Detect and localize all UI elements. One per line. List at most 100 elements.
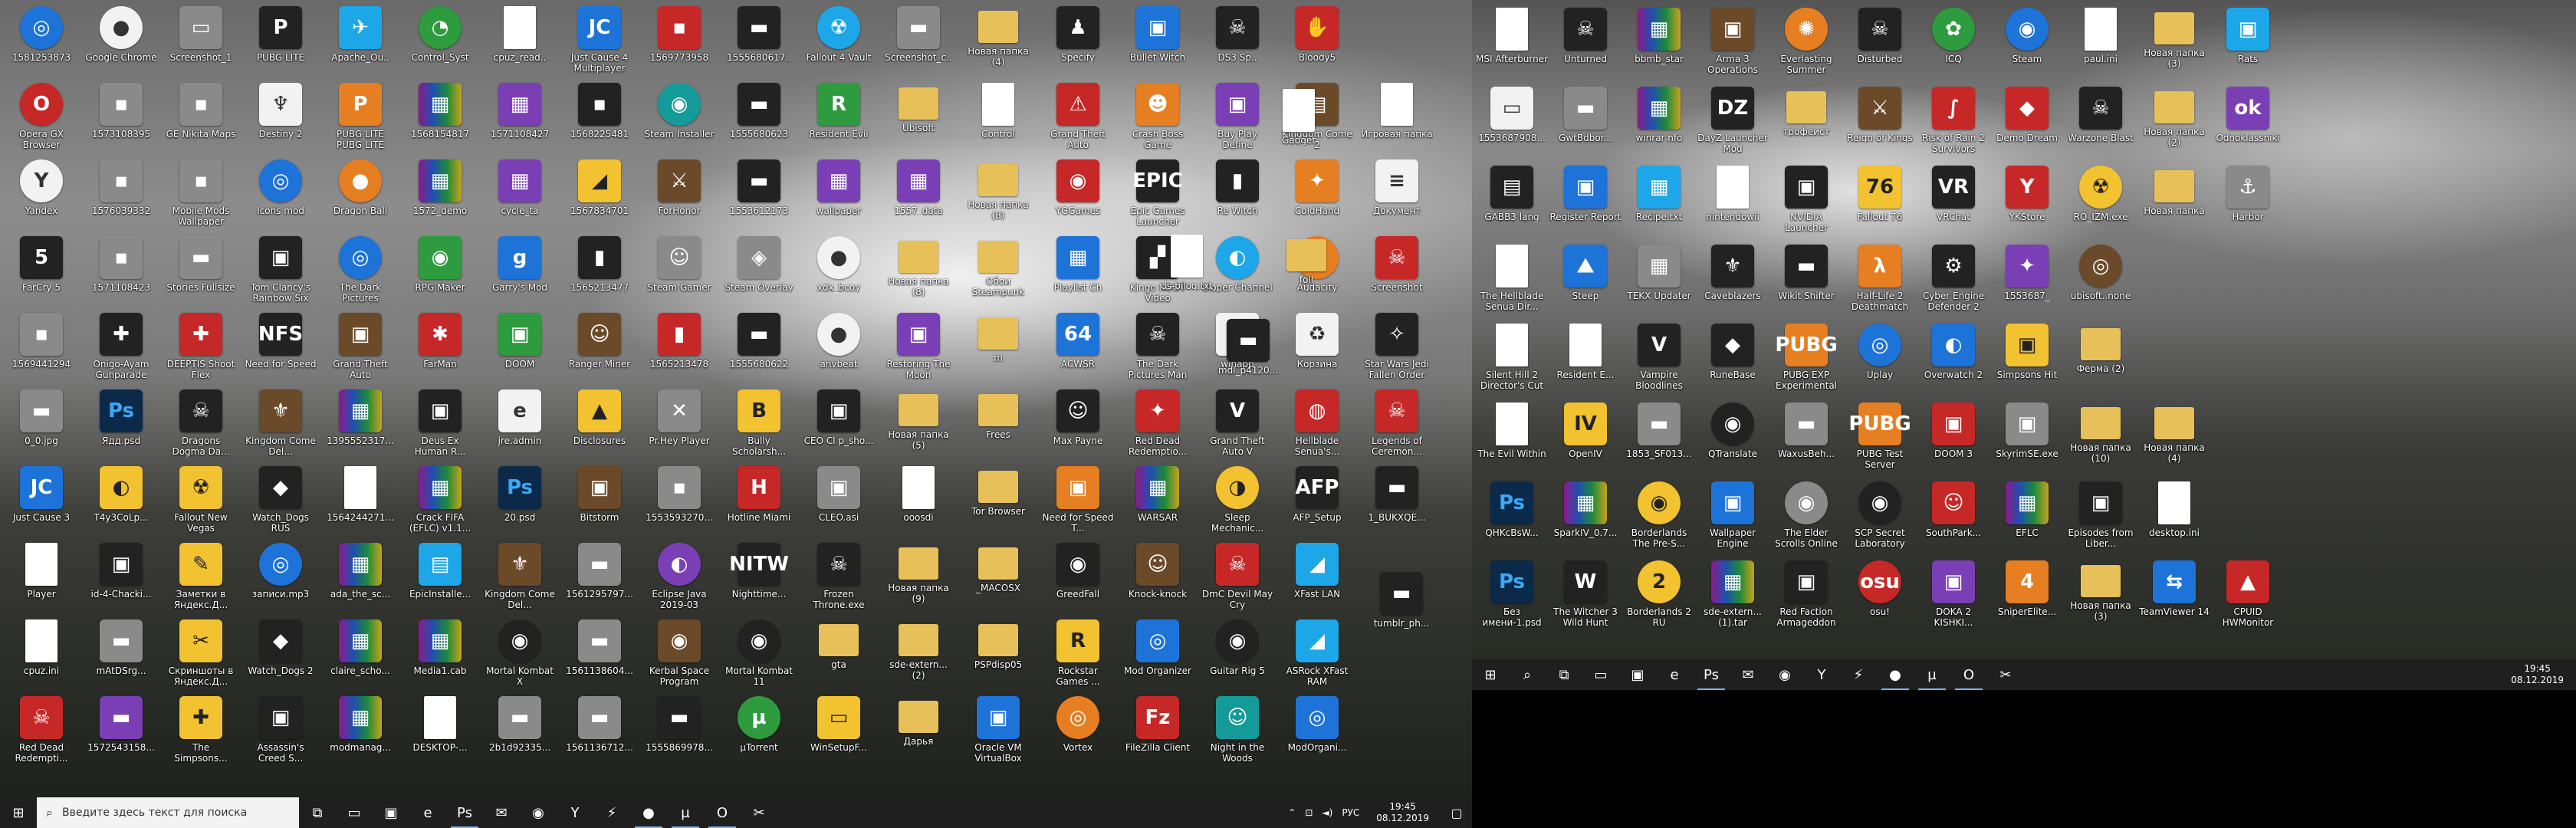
desktop-icon[interactable]: g Garry's Mod <box>483 232 557 308</box>
desktop-icon[interactable]: ▣ Oracle VM VirtualBox <box>961 692 1035 768</box>
desktop-icon[interactable]: _MACOSX <box>961 538 1035 615</box>
desktop-icon[interactable]: ◑ Sleep Mechanic... <box>1201 462 1274 538</box>
desktop-icon[interactable]: ▭ WinSetupF... <box>802 692 876 768</box>
desktop-icon[interactable]: ◆ Watch_Dogs RUS <box>244 462 317 538</box>
taskbar-snip-button[interactable]: ✂ <box>1987 659 2024 690</box>
desktop-icon[interactable]: ☠ Disturbed <box>1843 3 1917 80</box>
desktop-icon[interactable]: ⚠ Grand Theft Auto <box>1041 78 1115 155</box>
desktop-icon[interactable]: V Vampire Bloodlines <box>1622 319 1696 396</box>
desktop-icon[interactable]: ▬ Screenshot_c.. <box>882 2 955 78</box>
desktop-icon[interactable]: ♻ Корзина <box>1280 308 1354 385</box>
desktop-icon[interactable]: Обои Steampunk <box>961 232 1035 308</box>
desktop-icon[interactable]: Y YKStore <box>1990 161 2064 238</box>
desktop-icon[interactable]: nintendowii <box>1696 161 1769 238</box>
desktop-icon[interactable]: Дарья <box>882 692 955 768</box>
taskbar-file-explorer-button[interactable]: ▭ <box>1582 659 1619 690</box>
desktop-icon[interactable]: ◉ Borderlands The Pre-S... <box>1622 477 1696 554</box>
desktop-icon[interactable]: ☠ Warzone Blast <box>2064 82 2137 159</box>
desktop-icon[interactable]: ◈ Steam Overlay <box>722 232 796 308</box>
desktop-icon[interactable]: ◎ ubisoft..none <box>2064 240 2137 317</box>
desktop-icon[interactable]: ▲ Disclosures <box>563 385 636 462</box>
taskbar-chrome-button[interactable]: ● <box>1877 659 1914 690</box>
desktop-icon[interactable]: NITW Nighttime... <box>722 538 796 615</box>
desktop-icon[interactable]: Новая папка (10) <box>2064 398 2137 475</box>
desktop-icon[interactable]: ▦ WARSAR <box>1121 462 1194 538</box>
desktop-icon[interactable]: ✈ Apache_Ou.. <box>324 2 397 78</box>
desktop-icon[interactable]: 76 Fallout 76 <box>1843 161 1917 238</box>
desktop-icon[interactable]: Gadget <box>1262 84 1336 161</box>
desktop-icon[interactable]: ☠ DmC Devil May Cry <box>1201 538 1274 615</box>
desktop-icon[interactable]: ✚ Onigo-Ayam Gunparade <box>84 308 158 385</box>
desktop-icon[interactable]: ▣ Need for Speed T... <box>1041 462 1115 538</box>
desktop-icon[interactable]: ☢ Fallout New Vegas <box>164 462 238 538</box>
desktop-icon[interactable]: 1564244271... <box>324 462 397 538</box>
desktop-icon[interactable]: ∫ Risk of Rain 2 Survivors <box>1917 82 1990 159</box>
desktop-icon[interactable]: ◉ Guitar Rig 5 <box>1201 615 1274 692</box>
desktop-icon[interactable]: Новая папка <box>2137 161 2211 238</box>
desktop-icon[interactable]: ✧ Star Wars Jedi Fallen Order <box>1360 308 1434 385</box>
desktop-icon[interactable]: ◢ 1567834701 <box>563 155 636 232</box>
taskbar-utorrent-button[interactable]: µ <box>667 797 704 828</box>
desktop-icon[interactable]: ▬ GwtBdbor... <box>1549 82 1622 159</box>
desktop-icon[interactable]: ☠ Unturned <box>1549 3 1622 80</box>
desktop-icon[interactable]: ◉ Mortal Kombat X <box>483 615 557 692</box>
desktop-icon[interactable]: ◎ 1581253873 <box>5 2 78 78</box>
desktop-icon[interactable]: ◎ ModOrgani... <box>1280 692 1354 768</box>
desktop-icon[interactable]: Frees <box>961 385 1035 462</box>
taskbar-mail-button[interactable]: ✉ <box>483 797 520 828</box>
desktop-icon[interactable]: ⚜ Kingdom Come Del... <box>244 385 317 462</box>
desktop-icon[interactable]: ▦ winrar nfo <box>1622 82 1696 159</box>
desktop-icon[interactable]: ☠ Screenshot <box>1360 232 1434 308</box>
desktop-icon[interactable]: Новая папка (9) <box>882 538 955 615</box>
desktop-icon[interactable]: ▣ NVIDIA Launcher <box>1769 161 1843 238</box>
desktop-icon[interactable]: ▦ sde-extern... (1).tar <box>1696 556 1769 632</box>
desktop-icon[interactable]: ▬ 1561138604... <box>563 615 636 692</box>
desktop-icon[interactable]: AFP AFP_Setup <box>1280 462 1354 538</box>
desktop-icon[interactable]: IV OpenIV <box>1549 398 1622 475</box>
desktop-icon[interactable]: PUBG PUBG EXP Experimental <box>1769 319 1843 396</box>
desktop-icon[interactable]: m <box>961 308 1035 385</box>
desktop-icon[interactable]: ▣ Simpsons Hit <box>1990 319 2064 396</box>
desktop-icon[interactable]: ◉ Kerbal Space Program <box>642 615 716 692</box>
desktop-icon[interactable]: The Evil Within <box>1475 398 1549 475</box>
taskbar-opera-button[interactable]: O <box>704 797 741 828</box>
desktop-icon[interactable]: R Rockstar Games ... <box>1041 615 1115 692</box>
desktop-icon[interactable]: ▦ Media1.cab <box>403 615 477 692</box>
desktop-icon[interactable]: ✋ Bloody5 <box>1280 2 1354 78</box>
desktop-icon[interactable]: ☺ Night in the Woods <box>1201 692 1274 768</box>
search-box[interactable]: ⌕ Введите здесь текст для поиска <box>37 797 299 828</box>
desktop-icon[interactable]: H Hotline Miami <box>722 462 796 538</box>
desktop-icon[interactable]: ● xdx_bcoy <box>802 232 876 308</box>
desktop-icon[interactable]: PUBG PUBG Test Server <box>1843 398 1917 475</box>
desktop-icon[interactable]: ✦ ColdHand <box>1280 155 1354 232</box>
desktop-icon[interactable]: ▪ 1573108395 <box>84 78 158 155</box>
desktop-icon[interactable]: Player <box>5 538 78 615</box>
desktop-icon[interactable]: ▦ bbmb_star <box>1622 3 1696 80</box>
desktop-icon[interactable]: ▬ 1853_SF013... <box>1622 398 1696 475</box>
desktop-icon[interactable]: ☺ Steam Gamer <box>642 232 716 308</box>
desktop-icon[interactable]: ▦ claire_scho... <box>324 615 397 692</box>
desktop-icon[interactable]: ▣ Register Report <box>1549 161 1622 238</box>
desktop-icon[interactable]: 2 Borderlands 2 RU <box>1622 556 1696 632</box>
desktop-icon[interactable]: трофеист <box>1769 82 1843 159</box>
desktop-icon[interactable]: ▭ 1553687908... <box>1475 82 1549 159</box>
volume-icon[interactable]: ◄) <box>1322 807 1332 818</box>
clock[interactable]: 19:45 08.12.2019 <box>1372 801 1434 824</box>
desktop-icon[interactable]: ♆ Destiny 2 <box>244 78 317 155</box>
desktop-icon[interactable]: ▪ GE Nikita Maps <box>164 78 238 155</box>
desktop-icon[interactable]: ▦ Crack FIFA (EFLC) v1.1... <box>403 462 477 538</box>
taskbar-utorrent-button[interactable]: µ <box>1914 659 1950 690</box>
desktop-icon[interactable]: ▬ 2b1d92335... <box>483 692 557 768</box>
desktop-icon[interactable]: ▬ mdl_p4120... <box>1211 314 1285 391</box>
desktop-icon[interactable]: ✕ Pr.Hey Player <box>642 385 716 462</box>
desktop-icon[interactable]: ◉ RPG Maker <box>403 232 477 308</box>
desktop-icon[interactable]: ▣ DOOM <box>483 308 557 385</box>
desktop-icon[interactable]: ☢ Fallout 4 Vault <box>802 2 876 78</box>
desktop-icon[interactable]: ▪ 1576039332 <box>84 155 158 232</box>
desktop-icon[interactable]: ▪ 1568225481 <box>563 78 636 155</box>
language-indicator[interactable]: РУС <box>1342 807 1359 818</box>
desktop-icon[interactable]: ✚ DEEPTIS Shoot Flex <box>164 308 238 385</box>
desktop-icon[interactable]: Новая папка (4) <box>2137 398 2211 475</box>
desktop-icon[interactable]: B Bully Scholarsh... <box>722 385 796 462</box>
desktop-icon[interactable]: ▦ cycle_ta <box>483 155 557 232</box>
